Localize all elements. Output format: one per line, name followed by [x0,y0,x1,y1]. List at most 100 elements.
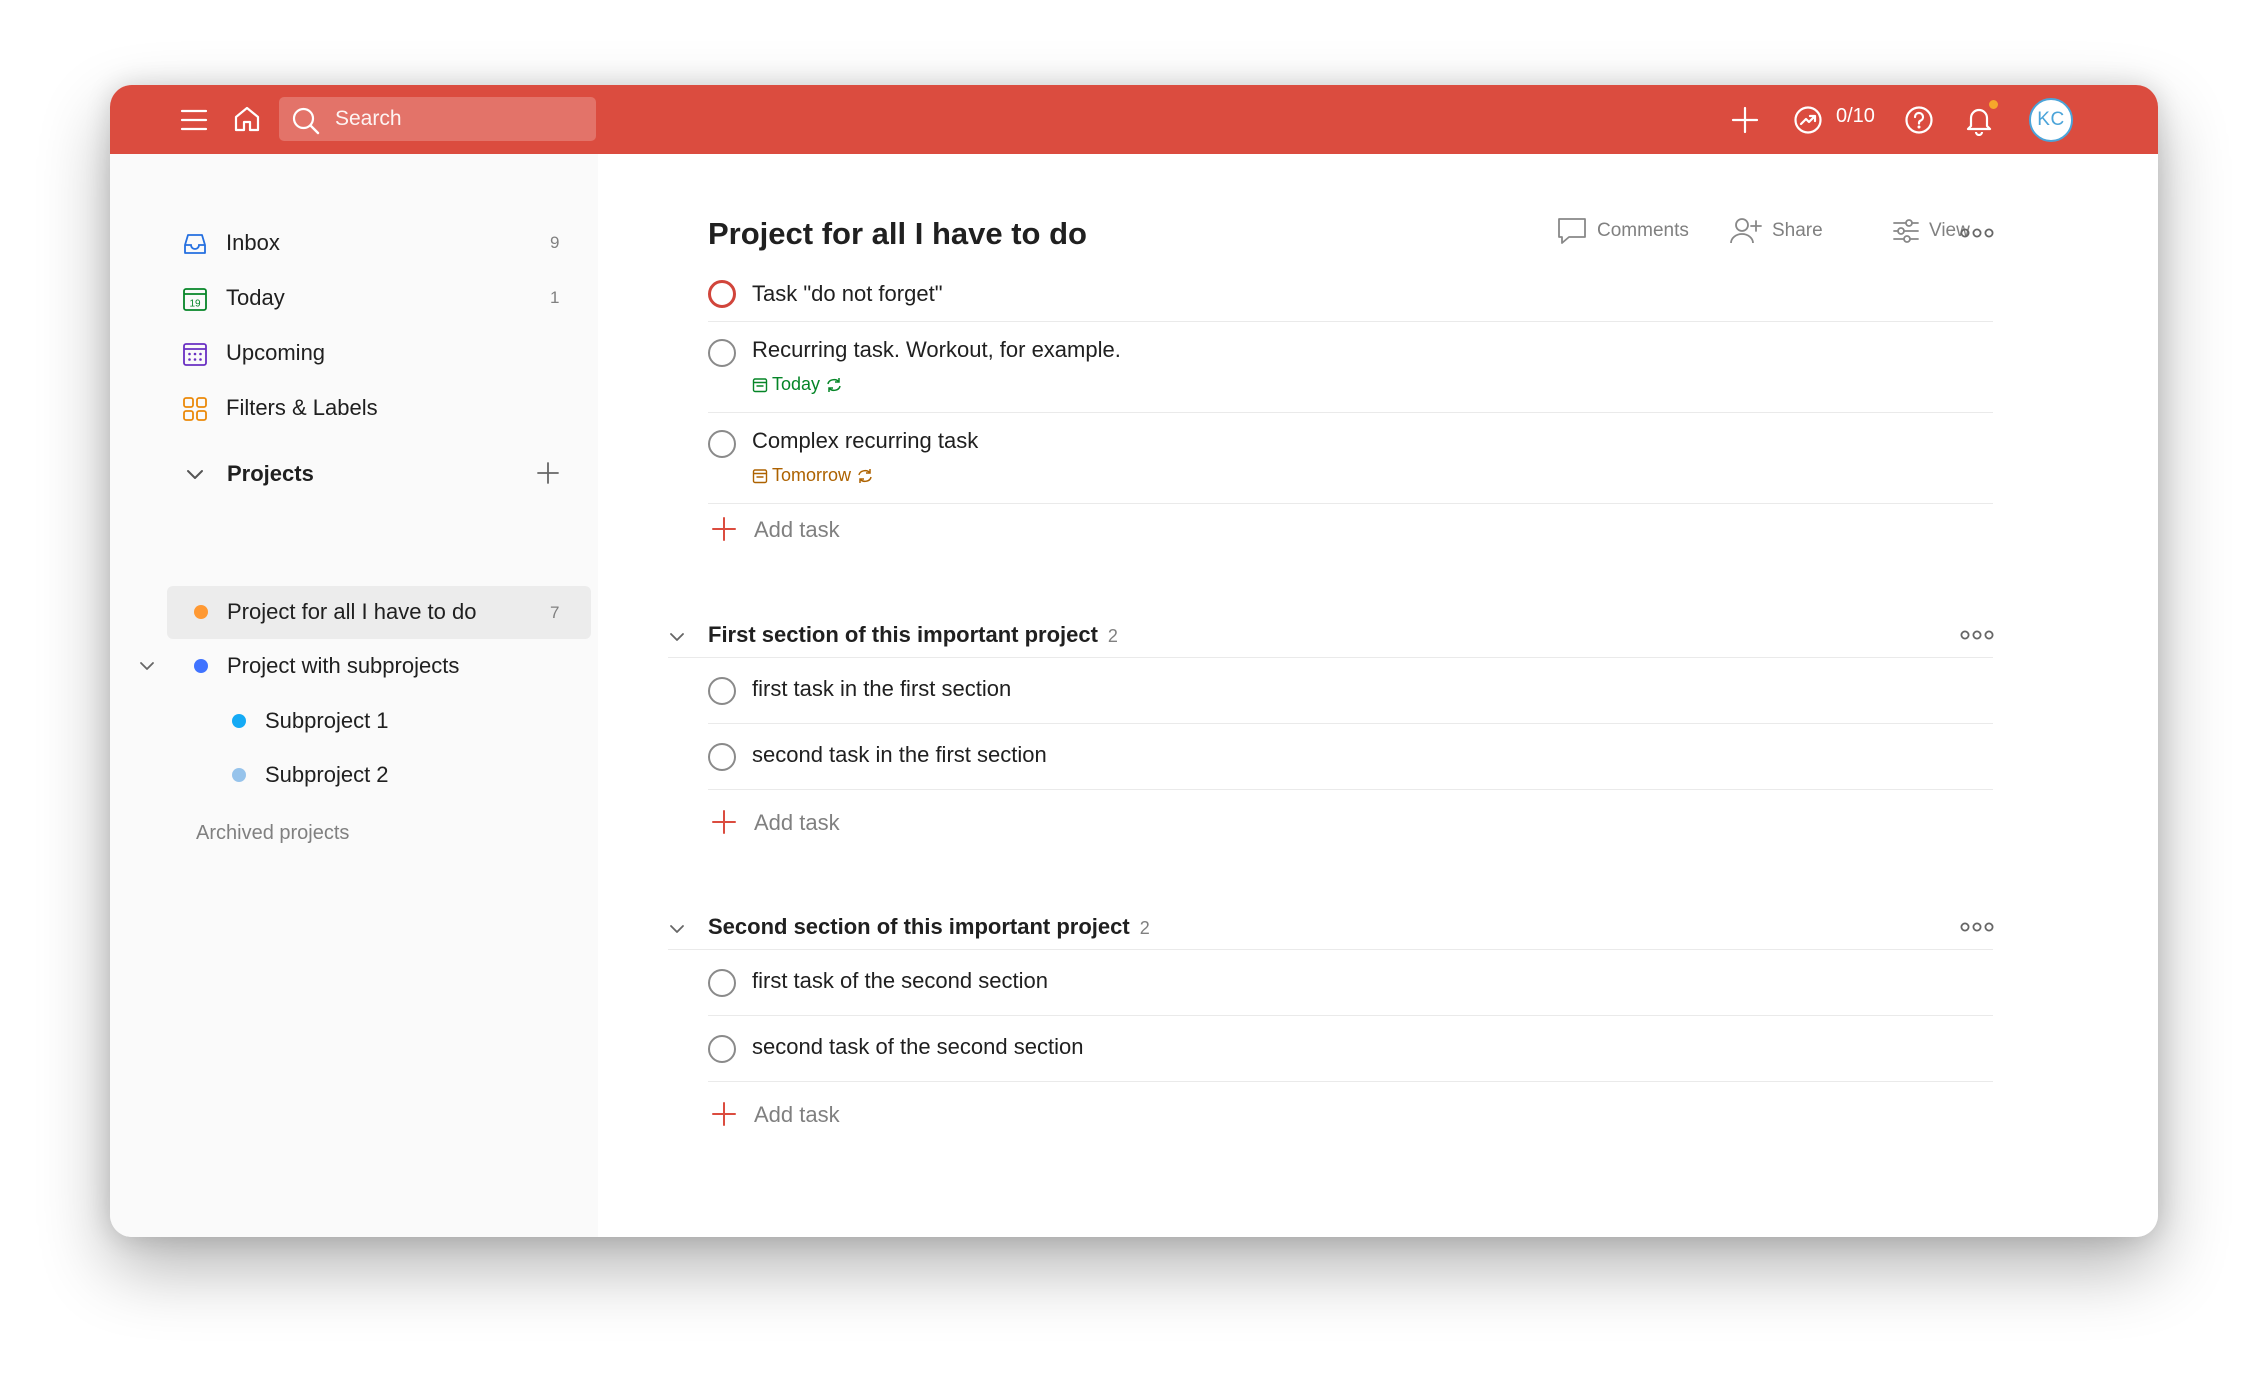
sidebar-project-label: Project with subprojects [227,653,460,678]
task-checkbox[interactable] [708,280,736,308]
sidebar-item-filters-labels[interactable]: Filters & Labels [110,381,550,435]
sidebar-item-label: Upcoming [226,340,326,365]
sidebar: Inbox 9 19 Today 1 Upcoming Filters & La… [110,154,598,1237]
plus-icon [1731,106,1759,134]
task-item[interactable]: first task in the first section [708,658,1993,724]
sidebar-project-label: Subproject 2 [265,762,389,787]
task-item[interactable]: Task "do not forget" [708,264,1993,322]
sidebar-project-label: Project for all I have to do [227,599,477,624]
task-item[interactable]: first task of the second section [708,950,1993,1016]
plus-icon [712,810,736,834]
sidebar-item-today[interactable]: 19 Today 1 [110,271,559,325]
task-item[interactable]: second task in the first section [708,724,1993,790]
due-date-label: Today [772,374,821,394]
app-window: 0/10 KC Inbox 9 19 Today 1 [110,85,2158,1237]
sliders-icon [1893,219,1919,243]
page-title: Project for all I have to do [708,216,1087,251]
project-color-dot [194,605,208,619]
task-item[interactable]: Recurring task. Workout, for example. To… [708,322,1993,413]
due-date[interactable]: Tomorrow [752,465,874,486]
more-icon[interactable] [1960,628,1994,646]
comments-button[interactable]: Comments [1556,214,1689,248]
task-name[interactable]: first task of the second section [752,968,1048,994]
avatar[interactable]: KC [2029,98,2073,142]
sidebar-project-count: 7 [550,603,560,622]
due-date[interactable]: Today [752,374,843,395]
add-project-icon[interactable] [536,461,560,490]
section-count: 2 [1107,626,1118,646]
section-header[interactable]: Second section of this important project… [668,906,1994,950]
sidebar-project-with-subprojects[interactable]: Project with subprojects [110,640,591,692]
search-icon [291,106,321,141]
sidebar-item-upcoming[interactable]: Upcoming [110,326,550,380]
projects-header-label: Projects [227,461,314,486]
chevron-down-icon[interactable] [183,463,207,492]
task-checkbox[interactable] [708,743,736,771]
add-person-icon [1730,218,1762,244]
task-name[interactable]: Task "do not forget" [752,281,943,307]
sidebar-item-count: 9 [550,233,560,252]
home-icon[interactable] [231,103,263,135]
search-input[interactable] [335,97,585,141]
task-item[interactable]: Complex recurring task Tomorrow [708,413,1993,504]
section-count: 2 [1139,918,1150,938]
top-bar: 0/10 KC [110,85,2158,154]
menu-icon[interactable] [179,105,209,135]
task-name[interactable]: second task of the second section [752,1034,1083,1060]
task-checkbox[interactable] [708,969,736,997]
more-icon[interactable] [1960,920,1994,938]
plus-icon [712,517,736,541]
sidebar-subproject-1[interactable]: Subproject 1 [110,695,591,747]
task-name[interactable]: first task in the first section [752,676,1011,702]
main-content: Project for all I have to do Comments Sh… [598,154,2158,1237]
project-color-dot [232,768,246,782]
sidebar-project-all-to-do[interactable]: Project for all I have to do 7 [167,586,591,638]
sidebar-subproject-2[interactable]: Subproject 2 [110,749,591,801]
add-task-label: Add task [754,1102,840,1127]
sidebar-item-label: Filters & Labels [226,395,378,420]
add-task-label: Add task [754,810,840,835]
quick-add-button[interactable] [1729,104,1761,136]
task-checkbox[interactable] [708,339,736,367]
task-name[interactable]: Recurring task. Workout, for example. [752,337,1121,363]
more-icon[interactable] [1960,226,1994,244]
sidebar-item-inbox[interactable]: Inbox 9 [110,216,559,270]
section-title: Second section of this important project… [708,914,1150,940]
task-checkbox[interactable] [708,1035,736,1063]
section-name: First section of this important project [708,622,1098,647]
inbox-icon [182,231,208,257]
notification-badge [1988,99,1999,110]
projects-header[interactable]: Projects [110,453,598,497]
comments-label: Comments [1597,220,1689,241]
productivity-icon[interactable] [1792,104,1824,136]
comment-icon [1558,218,1586,244]
project-color-dot [194,659,208,673]
karma-count[interactable]: 0/10 [1836,105,1875,128]
plus-icon [712,1102,736,1126]
filters-icon [182,396,208,422]
chevron-down-icon[interactable] [668,628,686,651]
search-box[interactable] [279,97,596,141]
calendar-icon [752,377,768,392]
task-name[interactable]: Complex recurring task [752,428,978,454]
sidebar-item-label: Inbox [226,230,280,255]
task-checkbox[interactable] [708,677,736,705]
task-checkbox[interactable] [708,430,736,458]
help-icon[interactable] [1903,104,1935,136]
project-color-dot [232,714,246,728]
task-name[interactable]: second task in the first section [752,742,1047,768]
task-item[interactable]: second task of the second section [708,1016,1993,1082]
avatar-initials: KC [2037,109,2065,130]
calendar-upcoming-icon [182,341,208,367]
section-header[interactable]: First section of this important project 2 [668,614,1994,658]
calendar-icon [752,468,768,483]
recurring-icon [827,377,841,392]
chevron-down-icon[interactable] [137,656,157,681]
recurring-icon [858,468,872,483]
chevron-down-icon[interactable] [668,920,686,943]
share-button[interactable]: Share [1729,214,1823,248]
archived-projects-link[interactable]: Archived projects [196,822,349,845]
section-name: Second section of this important project [708,914,1130,939]
section-title: First section of this important project 2 [708,622,1118,648]
view-button[interactable]: View [1892,214,1970,248]
